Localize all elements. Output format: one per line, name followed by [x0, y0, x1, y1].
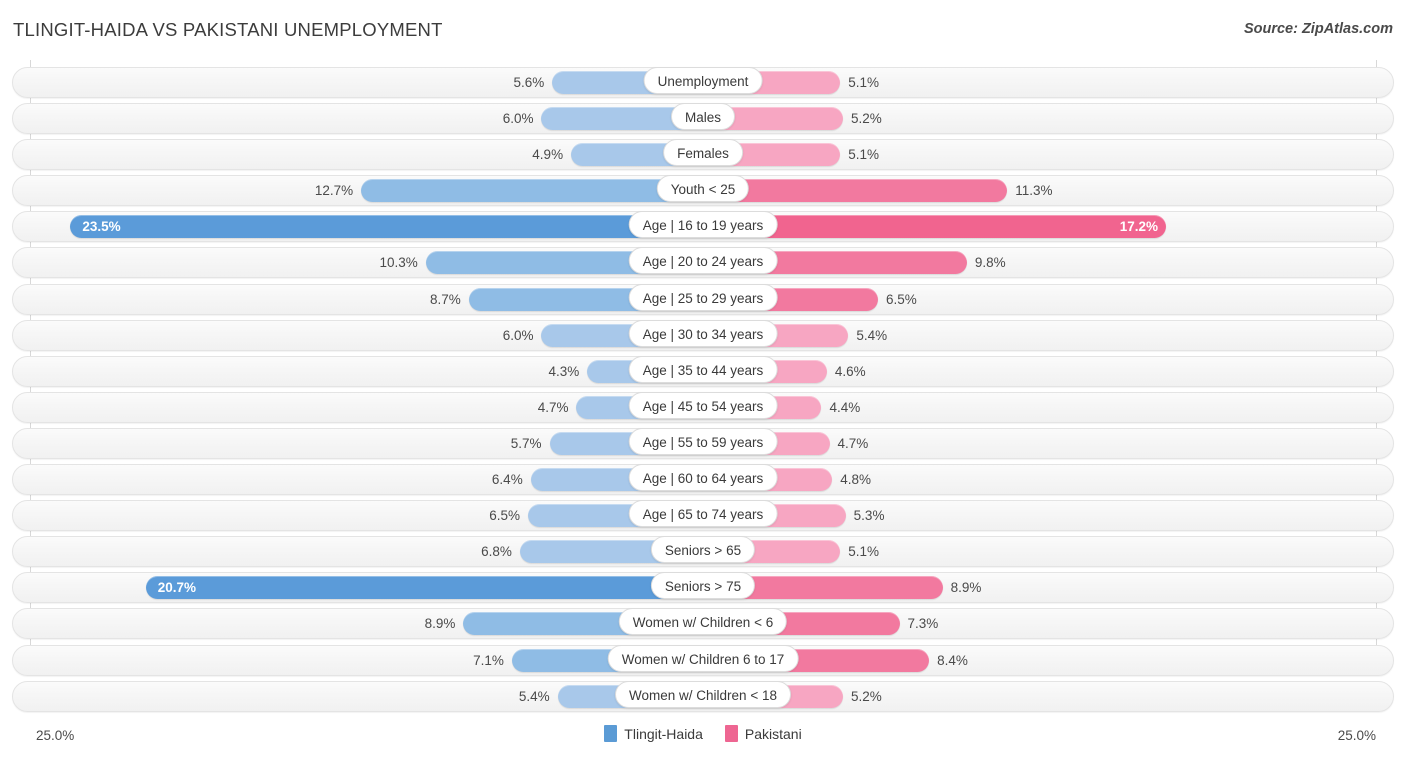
value-label-pakistani: 5.1% — [848, 147, 880, 163]
page-title: TLINGIT-HAIDA VS PAKISTANI UNEMPLOYMENT — [13, 19, 443, 40]
bar-row: 4.3% 4.6% Age | 35 to 44 years — [0, 354, 1406, 390]
bar-tlingit-haida — [361, 179, 703, 203]
value-label-tlingit-haida: 7.1% — [473, 652, 504, 668]
category-label: Age | 30 to 34 years — [628, 319, 778, 347]
value-label-tlingit-haida: 10.3% — [379, 255, 418, 271]
value-label-tlingit-haida: 5.6% — [513, 75, 545, 90]
bar-row: 8.9% 7.3% Women w/ Children < 6 — [0, 606, 1406, 642]
bar-row: 6.8% 5.1% Seniors > 65 — [0, 534, 1406, 570]
category-label: Seniors > 65 — [650, 536, 756, 564]
value-label-pakistani: 4.6% — [834, 363, 866, 379]
value-label-tlingit-haida: 4.7% — [537, 399, 569, 415]
value-label-pakistani: 5.1% — [848, 544, 880, 560]
category-label: Age | 25 to 29 years — [628, 283, 778, 311]
value-label-pakistani: 7.3% — [907, 616, 939, 632]
value-label-pakistani: 9.8% — [974, 255, 1006, 271]
value-label-pakistani: 5.1% — [848, 75, 880, 90]
bar-row: 7.1% 8.4% Women w/ Children 6 to 17 — [0, 643, 1406, 679]
category-label: Women w/ Children 6 to 17 — [607, 644, 799, 672]
legend-item[interactable]: Pakistani — [724, 725, 802, 742]
category-label: Age | 45 to 54 years — [628, 391, 778, 419]
value-label-pakistani: 8.9% — [950, 580, 982, 596]
bar-row: 5.4% 5.2% Women w/ Children < 18 — [0, 679, 1406, 715]
value-label-pakistani: 5.4% — [856, 327, 888, 343]
bar-row: 4.9% 5.1% Females — [0, 137, 1406, 173]
value-label-tlingit-haida: 4.9% — [532, 147, 564, 163]
category-label: Females — [663, 139, 743, 167]
bar-row: 6.5% 5.3% Age | 65 to 74 years — [0, 498, 1406, 534]
category-label: Age | 60 to 64 years — [628, 464, 778, 492]
chart-plot-area: 5.6% 5.1% Unemployment 6.0% 5.2% Males 4.9% 5.1… — [0, 60, 1406, 718]
bar-row: 10.3% 9.8% Age | 20 to 24 years — [0, 245, 1406, 281]
value-label-tlingit-haida: 23.5% — [82, 219, 121, 235]
category-label: Males — [670, 103, 736, 131]
category-label: Seniors > 75 — [650, 572, 756, 600]
bar-rows-container: 5.6% 5.1% Unemployment 6.0% 5.2% Males 4.9% 5.1… — [0, 65, 1406, 715]
category-label: Age | 55 to 59 years — [628, 427, 778, 455]
value-label-pakistani: 6.5% — [885, 291, 917, 307]
category-label: Unemployment — [643, 67, 763, 94]
bar-row: 12.7% 11.3% Youth < 25 — [0, 173, 1406, 209]
bar-row: 5.7% 4.7% Age | 55 to 59 years — [0, 426, 1406, 462]
value-label-pakistani: 5.3% — [853, 508, 885, 524]
bar-tlingit-haida — [145, 576, 703, 600]
category-label: Age | 20 to 24 years — [628, 247, 778, 275]
value-label-tlingit-haida: 6.5% — [489, 508, 521, 524]
value-label-pakistani: 4.4% — [829, 399, 861, 415]
value-label-pakistani: 17.2% — [1119, 219, 1159, 235]
chart-header: TLINGIT-HAIDA VS PAKISTANI UNEMPLOYMENT … — [0, 0, 1406, 56]
legend-label: Pakistani — [744, 725, 802, 742]
category-label: Women w/ Children < 6 — [618, 608, 788, 636]
value-label-pakistani: 11.3% — [1015, 183, 1053, 199]
legend-label: Tlingit-Haida — [624, 725, 703, 742]
value-label-tlingit-haida: 8.7% — [430, 291, 461, 307]
bar-row: 8.7% 6.5% Age | 25 to 29 years — [0, 282, 1406, 318]
legend-swatch-icon — [604, 725, 618, 742]
value-label-tlingit-haida: 5.4% — [518, 688, 550, 704]
bar-row: 5.6% 5.1% Unemployment — [0, 65, 1406, 101]
legend-swatch-icon — [724, 725, 738, 742]
category-label: Youth < 25 — [656, 175, 750, 203]
category-label: Women w/ Children < 18 — [615, 680, 791, 708]
bar-row: 6.0% 5.4% Age | 30 to 34 years — [0, 318, 1406, 354]
value-label-tlingit-haida: 6.0% — [502, 327, 534, 343]
category-label: Age | 16 to 19 years — [628, 211, 778, 239]
value-label-pakistani: 5.2% — [850, 111, 882, 127]
category-label: Age | 35 to 44 years — [628, 355, 778, 383]
value-label-tlingit-haida: 6.4% — [491, 472, 523, 488]
bar-row: 4.7% 4.4% Age | 45 to 54 years — [0, 390, 1406, 426]
value-label-tlingit-haida: 6.8% — [481, 544, 512, 560]
category-label: Age | 65 to 74 years — [628, 500, 778, 528]
source-attribution: Source: ZipAtlas.com — [1243, 21, 1393, 37]
bar-row: 23.5% 17.2% Age | 16 to 19 years — [0, 209, 1406, 245]
value-label-tlingit-haida: 4.3% — [548, 363, 580, 379]
chart-legend: Tlingit-Haida Pakistani — [0, 725, 1406, 742]
value-label-tlingit-haida: 5.7% — [510, 435, 542, 451]
value-label-pakistani: 4.8% — [840, 472, 871, 488]
value-label-pakistani: 5.2% — [850, 688, 882, 704]
legend-item[interactable]: Tlingit-Haida — [604, 725, 703, 742]
chart-footer: 25.0% 25.0% Tlingit-Haida Pakistani — [0, 717, 1406, 757]
bar-row: 6.0% 5.2% Males — [0, 101, 1406, 137]
bar-row: 20.7% 8.9% Seniors > 75 — [0, 570, 1406, 606]
value-label-tlingit-haida: 6.0% — [502, 111, 534, 127]
value-label-tlingit-haida: 8.9% — [424, 616, 456, 632]
value-label-pakistani: 4.7% — [837, 435, 869, 451]
bar-tlingit-haida — [70, 215, 703, 239]
value-label-tlingit-haida: 20.7% — [157, 580, 197, 596]
value-label-tlingit-haida: 12.7% — [314, 183, 354, 199]
bar-row: 6.4% 4.8% Age | 60 to 64 years — [0, 462, 1406, 498]
value-label-pakistani: 8.4% — [937, 652, 968, 668]
